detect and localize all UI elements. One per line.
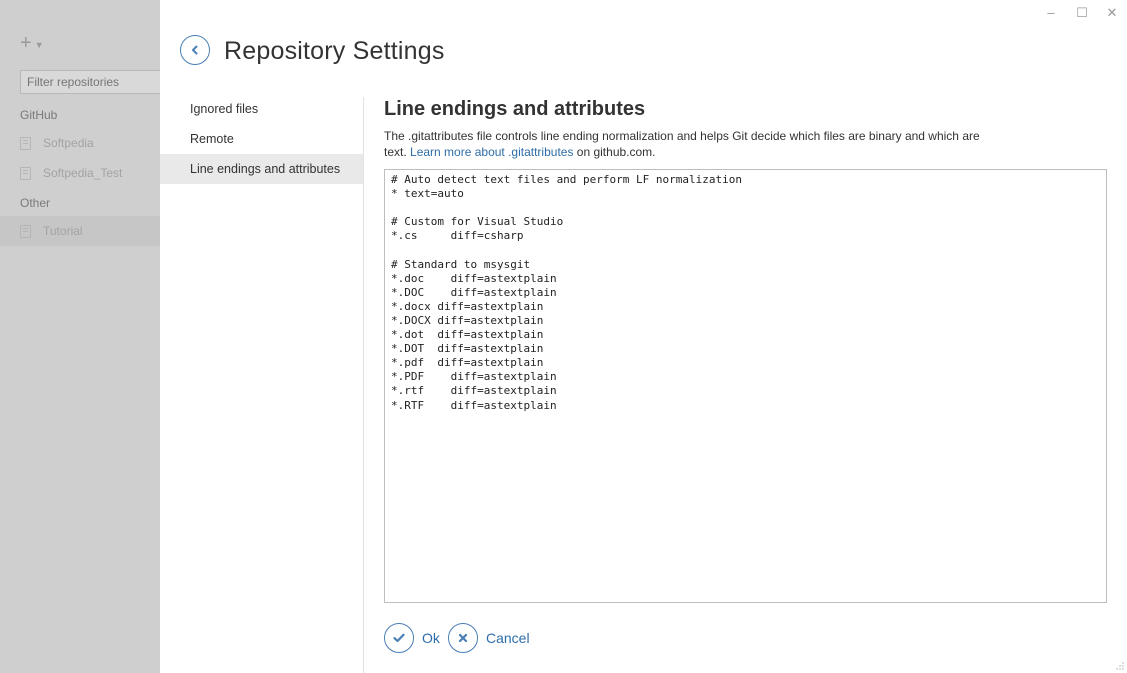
section-title: Line endings and attributes <box>384 98 646 120</box>
plus-icon: + <box>20 32 32 54</box>
repo-label: Tutorial <box>43 224 83 238</box>
sidebar-repo-tutorial[interactable]: Tutorial <box>0 216 160 246</box>
repository-icon <box>20 224 31 238</box>
maximize-button[interactable]: ☐ <box>1072 4 1092 22</box>
caret-down-icon: ▼ <box>34 40 44 50</box>
cancel-label: Cancel <box>486 630 530 646</box>
repository-icon <box>20 166 31 180</box>
page-title: Repository Settings <box>224 37 445 65</box>
nav-item-remote[interactable]: Remote <box>160 124 363 154</box>
close-icon <box>448 623 478 653</box>
sidebar-group-other: Other <box>20 196 51 210</box>
sidebar-group-github: GitHub <box>20 108 58 122</box>
back-button[interactable] <box>180 35 210 65</box>
section-description: The .gitattributes file controls line en… <box>384 128 994 160</box>
gitattributes-help-link[interactable]: Learn more about .gitattributes <box>410 145 573 159</box>
chevron-left-icon <box>192 45 198 55</box>
nav-divider <box>363 97 364 673</box>
checkmark-icon <box>384 623 414 653</box>
add-repository-button[interactable]: + ▼ <box>20 32 44 55</box>
repository-icon <box>20 136 31 150</box>
repository-sidebar: +▼ GitHub Softpedia Softpedia_Test Other… <box>0 0 160 673</box>
nav-item-line-endings[interactable]: Line endings and attributes <box>160 154 363 184</box>
filter-repositories-input[interactable] <box>20 70 160 94</box>
close-window-button[interactable]: ✕ <box>1102 4 1122 22</box>
minimize-button[interactable]: – <box>1041 4 1061 22</box>
sidebar-repo-softpedia[interactable]: Softpedia <box>0 128 160 158</box>
gitattributes-editor[interactable]: # Auto detect text files and perform LF … <box>384 169 1107 603</box>
description-suffix: on github.com. <box>573 145 656 159</box>
cancel-button[interactable]: Cancel <box>448 623 530 653</box>
nav-item-ignored-files[interactable]: Ignored files <box>160 94 363 124</box>
sidebar-repo-softpedia-test[interactable]: Softpedia_Test <box>0 158 160 188</box>
settings-nav: Ignored files Remote Line endings and at… <box>160 94 363 184</box>
resize-grip-icon[interactable] <box>1116 662 1124 670</box>
ok-label: Ok <box>422 630 440 646</box>
repo-label: Softpedia_Test <box>43 166 123 180</box>
ok-button[interactable]: Ok <box>384 623 440 653</box>
repo-label: Softpedia <box>43 136 94 150</box>
